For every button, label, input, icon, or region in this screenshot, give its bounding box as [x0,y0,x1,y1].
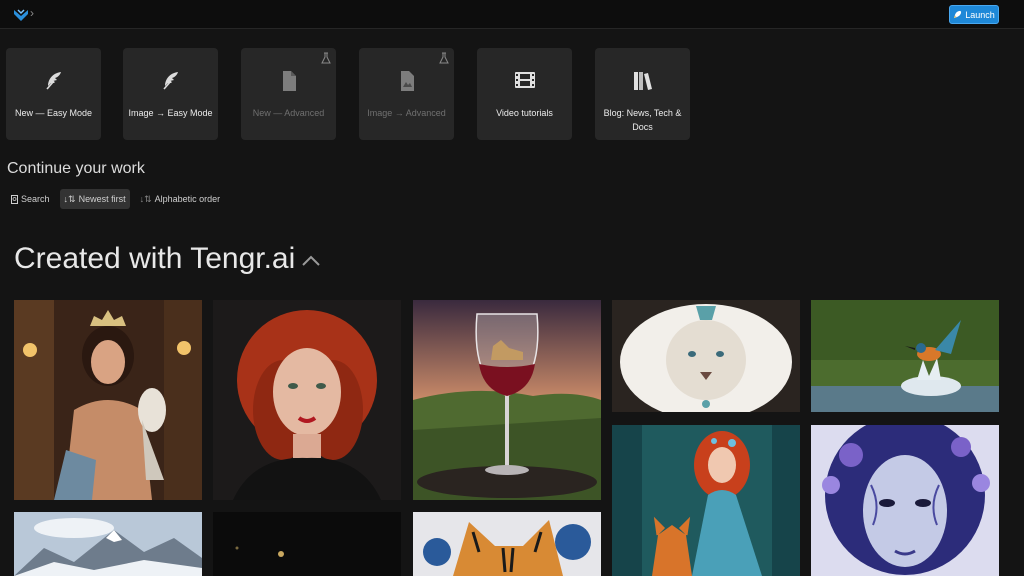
wine-glass-image [413,300,601,500]
gallery-image[interactable] [213,300,401,500]
books-icon [633,72,652,90]
chevron-up-icon[interactable] [301,255,321,267]
tiger-painting-image [413,512,601,576]
sort-icon: ↓⇅ [63,193,76,204]
search-label: Search [21,194,50,204]
card-label: Image → Advanced [367,108,446,118]
gallery-image[interactable] [811,425,999,576]
red-haired-woman-image [213,300,401,500]
newest-first-button[interactable]: ↓⇅ Newest first [59,189,130,209]
card-blog[interactable]: Blog: News, Tech & Docs [595,48,690,140]
gallery-image[interactable] [612,300,800,412]
card-image-advanced[interactable]: Image → Advanced [359,48,454,140]
file-icon [282,71,296,91]
rocket-icon [954,10,962,19]
sort-alpha-icon: ↓⇅ [139,193,152,204]
card-video-tutorials[interactable]: Video tutorials [477,48,572,140]
gallery-image[interactable] [413,512,601,576]
launch-button[interactable]: Launch [949,5,999,24]
gallery-image[interactable] [612,425,800,576]
queen-falcon-image [14,300,202,500]
card-new-easy[interactable]: New — Easy Mode [6,48,101,140]
alphabetic-order-label: Alphabetic order [154,194,221,204]
search-button[interactable]: Search [7,189,54,209]
card-label: Image → Easy Mode [128,108,213,118]
image-file-icon [400,71,414,91]
continue-title: Continue your work [7,160,145,177]
snowy-mountains-image [14,512,202,576]
white-lion-image [612,300,800,412]
chevron-right-icon[interactable]: › [30,6,34,20]
top-bar: › Launch [0,0,1024,29]
search-icon [11,194,18,204]
created-title: Created with Tengr.ai [14,242,296,275]
tengr-logo-icon[interactable] [12,6,30,24]
card-new-advanced[interactable]: New — Advanced [241,48,336,140]
launch-label: Launch [965,9,995,20]
card-label: New — Easy Mode [14,108,93,118]
gallery-image[interactable] [413,300,601,500]
gallery-image[interactable] [14,512,202,576]
flask-icon [321,52,331,64]
kingfisher-image [811,300,999,412]
card-label: Video tutorials [496,108,553,118]
filter-bar: Search ↓⇅ Newest first ↓⇅ Alphabetic ord… [7,189,224,209]
card-image-easy[interactable]: Image → Easy Mode [123,48,218,140]
gallery-image[interactable] [14,300,202,500]
card-label: New — Advanced [252,108,325,118]
flask-icon [439,52,449,64]
feather-icon [45,72,61,90]
newest-first-label: Newest first [78,194,126,204]
card-label: Blog: News, Tech & Docs [603,108,682,132]
alphabetic-order-button[interactable]: ↓⇅ Alphabetic order [136,189,225,209]
blue-floral-face-image [811,425,999,576]
feather-icon [162,72,178,90]
image-gallery [14,300,1000,576]
gallery-image[interactable] [213,512,401,576]
gallery-image[interactable] [811,300,999,412]
fairy-with-fox-image [612,425,800,576]
created-section-header: Created with Tengr.ai [14,242,321,276]
dark-bokeh-image [213,512,401,576]
film-icon [514,72,535,88]
